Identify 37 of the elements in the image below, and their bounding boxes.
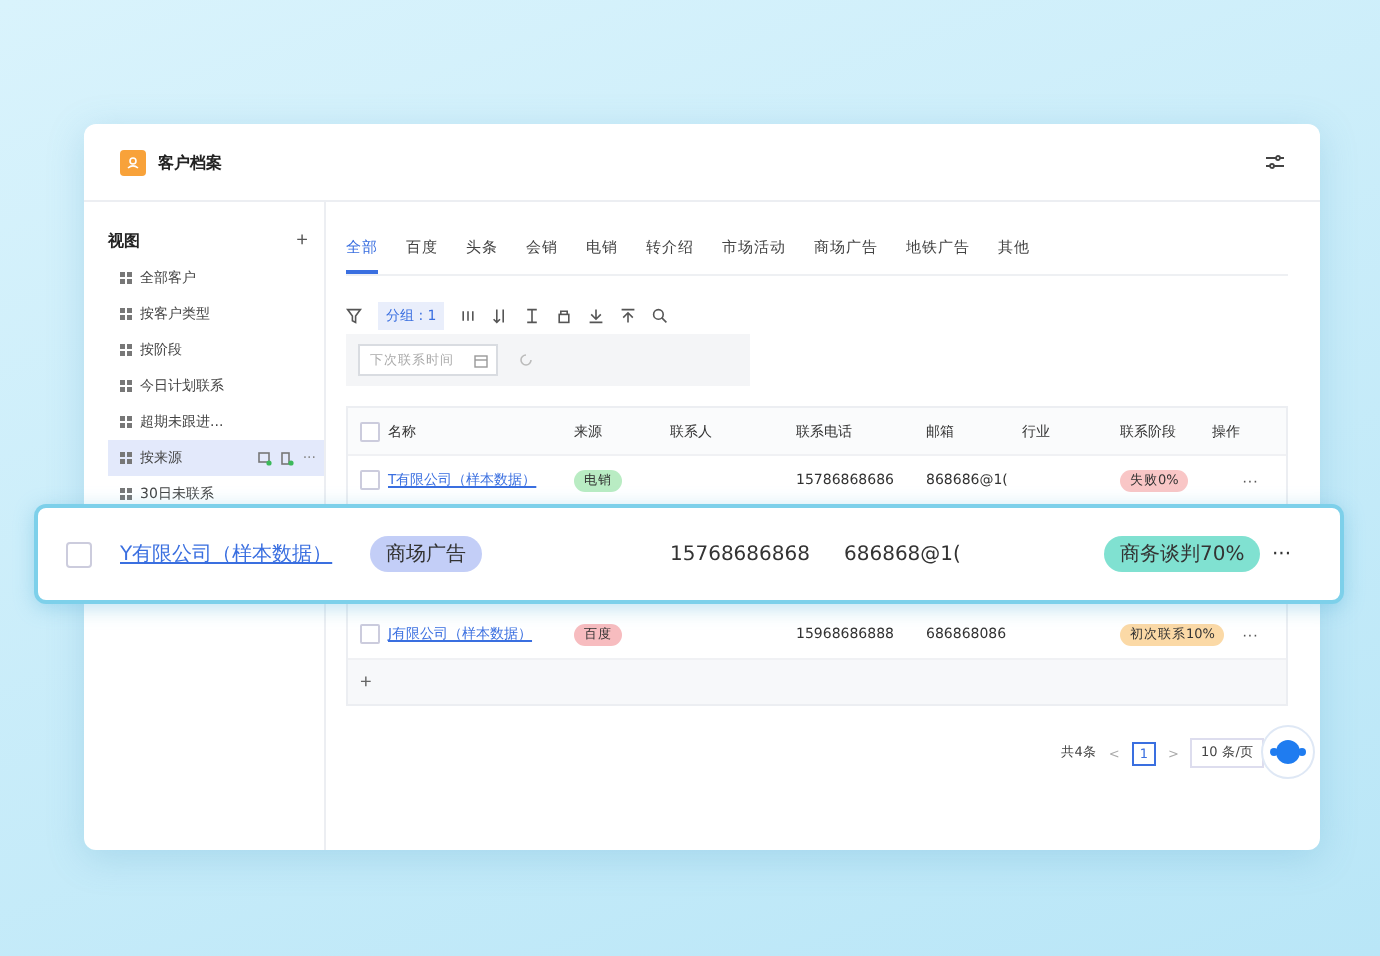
- grid-icon: [120, 452, 132, 464]
- grid-icon: [120, 272, 132, 284]
- grid-icon: [120, 380, 132, 392]
- more-button[interactable]: ···: [1242, 625, 1258, 643]
- row-checkbox[interactable]: [360, 470, 380, 490]
- desktop-icon[interactable]: [258, 451, 273, 465]
- lock-icon[interactable]: [556, 308, 573, 324]
- company-link[interactable]: Y有限公司（样本数据）: [120, 540, 370, 568]
- upload-icon[interactable]: [620, 308, 637, 324]
- row-checkbox[interactable]: [360, 624, 380, 644]
- download-icon[interactable]: [588, 308, 605, 324]
- sort-icon[interactable]: [492, 308, 509, 324]
- more-button[interactable]: ···: [1272, 543, 1320, 565]
- row-checkbox[interactable]: [66, 541, 92, 567]
- stage-tag: 商务谈判70%: [1104, 536, 1261, 572]
- grid-icon: [120, 488, 132, 500]
- app-title: 客户档案: [158, 151, 224, 173]
- grid-icon: [120, 416, 132, 428]
- more-button[interactable]: ···: [1242, 471, 1258, 489]
- calendar-icon: [474, 353, 488, 367]
- mobile-icon[interactable]: [280, 451, 295, 465]
- email-cell-text: 686868@1(: [844, 543, 963, 565]
- grid-icon: [120, 344, 132, 356]
- columns-icon[interactable]: [460, 308, 477, 324]
- select-all-checkbox[interactable]: [360, 421, 380, 441]
- add-row-button[interactable]: +: [360, 671, 372, 693]
- source-tag: 商场广告: [370, 536, 482, 572]
- search-icon[interactable]: [652, 308, 669, 324]
- app-logo-icon: [120, 149, 146, 175]
- phone-cell-text: 15768686868: [670, 543, 812, 565]
- settings-icon[interactable]: [1266, 154, 1284, 170]
- filter-icon[interactable]: [346, 308, 362, 324]
- chat-bubble-icon[interactable]: [1260, 724, 1316, 780]
- grid-icon: [120, 308, 132, 320]
- add-view-button[interactable]: +: [296, 230, 308, 252]
- row-height-icon[interactable]: [524, 308, 541, 324]
- sidebar-heading: 视图: [108, 230, 140, 252]
